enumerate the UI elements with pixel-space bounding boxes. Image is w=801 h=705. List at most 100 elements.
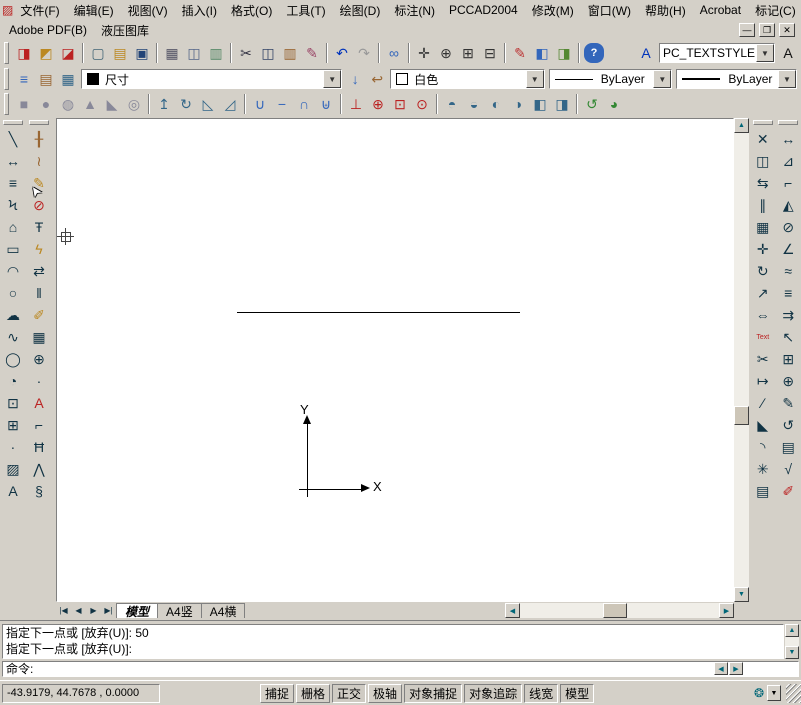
zoom-realtime-icon[interactable]: ⊕: [436, 43, 456, 63]
text-red-icon[interactable]: A: [28, 393, 50, 413]
union-icon[interactable]: ∪: [250, 94, 270, 114]
dim-update-icon[interactable]: ↺: [777, 415, 799, 435]
menu-help[interactable]: 帮助(H): [638, 0, 693, 21]
polyline-icon[interactable]: Ϟ: [2, 195, 24, 215]
dropdown-arrow-icon[interactable]: ▼: [323, 70, 342, 88]
menu-window[interactable]: 窗口(W): [581, 0, 638, 21]
dim-style-icon[interactable]: ▤: [777, 437, 799, 457]
scroll-up-button[interactable]: ▲: [785, 624, 799, 637]
solid-sphere-icon[interactable]: ●: [36, 94, 56, 114]
rotate-icon[interactable]: ↻: [752, 261, 774, 281]
menu-pccad2004[interactable]: PCCAD2004: [442, 1, 525, 19]
save-file-icon[interactable]: ▣: [132, 43, 152, 63]
dim-aligned-icon[interactable]: ⊿: [777, 151, 799, 171]
section-icon[interactable]: ◿: [220, 94, 240, 114]
status-menu-arrow-icon[interactable]: ▼: [767, 685, 781, 701]
open-file-icon[interactable]: ▤: [110, 43, 130, 63]
command-scrollbar[interactable]: ▲ ▼: [785, 624, 799, 659]
tab-model[interactable]: 模型: [116, 603, 159, 619]
dim-continue-icon[interactable]: ⇉: [777, 305, 799, 325]
scroll-left-button[interactable]: ◀: [505, 603, 520, 618]
circle-icon[interactable]: ○: [2, 283, 24, 303]
quick-leader-icon[interactable]: ↖: [777, 327, 799, 347]
canvas-vertical-scrollbar[interactable]: ▲ ▼: [734, 118, 749, 602]
fillet-icon[interactable]: ◝: [752, 437, 774, 457]
toolbar-grip[interactable]: [752, 120, 773, 125]
text-style-icon[interactable]: A: [636, 43, 656, 63]
vertical-scrollbar-thumb[interactable]: [734, 406, 749, 425]
toggle-ortho[interactable]: 正交: [332, 683, 367, 703]
solid-box-icon[interactable]: ■: [14, 94, 34, 114]
print-preview-icon[interactable]: ◫: [184, 43, 204, 63]
title-bar-icon[interactable]: Ħ: [28, 437, 50, 457]
corner-icon[interactable]: ⌐: [28, 415, 50, 435]
revision-cloud-icon[interactable]: ☁: [2, 305, 24, 325]
toggle-snap[interactable]: 捕捉: [260, 683, 295, 703]
scroll-down-button[interactable]: ▼: [734, 587, 749, 602]
solid-cylinder-icon[interactable]: ◍: [58, 94, 78, 114]
single-text-icon[interactable]: A: [778, 43, 798, 63]
linetype-combo[interactable]: ByLayer ▼: [548, 69, 673, 89]
line-icon[interactable]: ╲: [2, 129, 24, 149]
revolve-icon[interactable]: ↻: [176, 94, 196, 114]
menu-adobe-pdf[interactable]: Adobe PDF(B): [2, 21, 94, 39]
polygon-icon[interactable]: ⌂: [2, 217, 24, 237]
redraw-icon[interactable]: ✎: [510, 43, 530, 63]
stretch-icon[interactable]: ⇔: [752, 305, 774, 325]
toolbar-grip[interactable]: [3, 120, 23, 125]
explode-icon[interactable]: ✳: [752, 459, 774, 479]
symmetry-icon[interactable]: ⇄: [28, 261, 50, 281]
target-icon[interactable]: ⊕: [28, 349, 50, 369]
toggle-model-space[interactable]: 模型: [560, 683, 595, 703]
cut-icon[interactable]: ✂: [236, 43, 256, 63]
extrude-icon[interactable]: ↥: [154, 94, 174, 114]
resize-grip[interactable]: [786, 683, 801, 703]
design-center-icon[interactable]: ◨: [554, 43, 574, 63]
offset-icon[interactable]: ∥: [752, 195, 774, 215]
plot-style-icon[interactable]: ▥: [206, 43, 226, 63]
first-tab-icon[interactable]: |◀: [56, 603, 71, 617]
pccad-setup-icon[interactable]: ◪: [58, 43, 78, 63]
quick-dim-icon[interactable]: ≈: [777, 261, 799, 281]
scroll-down-button[interactable]: ▼: [785, 646, 799, 659]
menu-file[interactable]: 文件(F): [13, 0, 66, 21]
edit-properties-icon[interactable]: ▤: [752, 481, 774, 501]
tab-a4-landscape[interactable]: A4横: [200, 603, 246, 619]
canvas-horizontal-scrollbar[interactable]: ◀ ▶: [505, 603, 734, 618]
make-object-layer-current-icon[interactable]: ↓: [345, 69, 365, 89]
scroll-right-button[interactable]: ▶: [719, 603, 734, 618]
dim-angular-icon[interactable]: ∠: [777, 239, 799, 259]
toggle-lineweight[interactable]: 线宽: [524, 683, 559, 703]
close-icon[interactable]: ✕: [779, 23, 795, 37]
tab-a4-portrait[interactable]: A4竖: [157, 603, 202, 619]
dim-diameter-icon[interactable]: ⊘: [777, 217, 799, 237]
print-icon[interactable]: ▦: [162, 43, 182, 63]
trim-icon[interactable]: ✂: [752, 349, 774, 369]
construction-line-icon[interactable]: ↔: [2, 151, 24, 171]
communication-center-icon[interactable]: ❂: [751, 685, 767, 701]
array-icon[interactable]: ▦: [752, 217, 774, 237]
menu-insert[interactable]: 插入(I): [175, 0, 224, 21]
chamfer-icon[interactable]: ◣: [752, 415, 774, 435]
dim-edit-icon[interactable]: ✎: [777, 393, 799, 413]
toggle-osnap[interactable]: 对象捕捉: [404, 683, 463, 703]
view-bottom-icon[interactable]: ◒: [464, 94, 484, 114]
3d-orbit-icon[interactable]: ↺: [582, 94, 602, 114]
command-scroll-left-button[interactable]: ◀: [714, 662, 728, 675]
layer-combo[interactable]: 尺寸 ▼: [80, 69, 343, 89]
solid-torus-icon[interactable]: ◎: [124, 94, 144, 114]
view-front-icon[interactable]: ◧: [530, 94, 550, 114]
mirror-icon[interactable]: ⇆: [752, 173, 774, 193]
ellipse-icon[interactable]: ◯: [2, 349, 24, 369]
view-top-icon[interactable]: ◓: [442, 94, 462, 114]
interference-icon[interactable]: ⊎: [316, 94, 336, 114]
roughness-icon[interactable]: √: [777, 459, 799, 479]
toolbar-grip[interactable]: [4, 42, 9, 64]
arc-icon[interactable]: ◠: [2, 261, 24, 281]
dim-radius-icon[interactable]: ◭: [777, 195, 799, 215]
centerline-icon[interactable]: ╂: [28, 129, 50, 149]
menu-dimension[interactable]: 标注(N): [387, 0, 442, 21]
minimize-icon[interactable]: —: [739, 23, 755, 37]
lineweight-combo[interactable]: ByLayer ▼: [676, 69, 797, 89]
view-right-icon[interactable]: ◑: [508, 94, 528, 114]
